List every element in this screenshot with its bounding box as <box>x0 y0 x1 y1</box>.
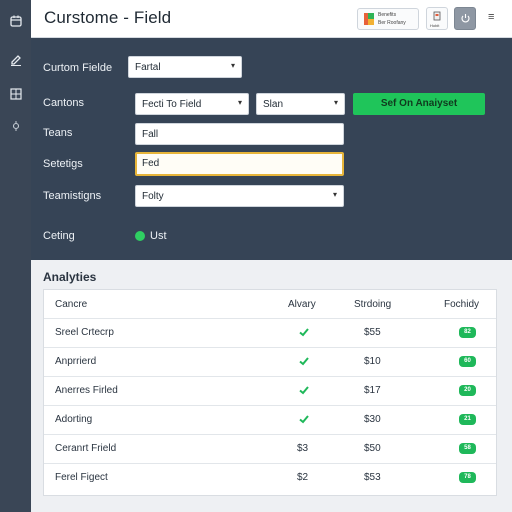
account-badge[interactable]: Benefits Ber Roofany <box>357 8 419 30</box>
row-fochidy-badge: 20 <box>459 385 476 396</box>
custom-fields-label: Curtom Fielde <box>43 62 113 74</box>
analytics-title: Analyties <box>43 270 97 284</box>
sidebar <box>0 0 31 512</box>
chevron-down-icon: ▾ <box>332 190 337 199</box>
row-fochidy-badge: 78 <box>459 472 476 483</box>
table-row[interactable]: Anprrierd $10 60 <box>44 347 496 376</box>
badge-line-2: Ber Roofany <box>378 20 406 26</box>
check-icon <box>299 357 309 366</box>
chevron-down-icon: ▾ <box>230 61 235 70</box>
setetigs-value: Fed <box>142 158 160 169</box>
row-name: Sreel Crtecrp <box>55 327 114 338</box>
teamstigns-value: Folty <box>142 191 164 202</box>
form-panel: Curtom Fielde Fartal ▾ Cantons Fecti To … <box>31 38 512 260</box>
setetigs-input[interactable]: Fed <box>135 152 344 176</box>
custom-fields-select[interactable]: Fartal ▾ <box>128 56 242 78</box>
column-header: Alvary <box>288 299 316 310</box>
row-strdoing: $55 <box>364 327 381 338</box>
calendar-icon[interactable] <box>9 14 23 28</box>
app-header: Curstome - Field Benefits Ber Roofany Ho… <box>31 0 512 38</box>
power-button[interactable] <box>454 7 476 30</box>
teamstigns-label: Teamistigns <box>43 190 102 202</box>
row-fochidy-badge: 82 <box>459 327 476 338</box>
custom-fields-value: Fartal <box>135 62 161 73</box>
teamstigns-select[interactable]: Folty ▾ <box>135 185 344 207</box>
row-strdoing: $17 <box>364 385 381 396</box>
secondary-select-value: Slan <box>263 99 284 110</box>
row-name: Ceranrt Frield <box>55 443 117 454</box>
badge-line-1: Benefits <box>378 12 397 18</box>
table-row[interactable]: Sreel Crtecrp $55 82 <box>44 318 496 347</box>
ceting-status-text: Ust <box>150 230 167 242</box>
table-row[interactable]: Adorting $30 21 <box>44 405 496 434</box>
cantions-select[interactable]: Fecti To Field ▾ <box>135 93 249 115</box>
menu-icon[interactable]: ≡ <box>488 11 494 23</box>
edit-icon[interactable] <box>9 53 23 67</box>
document-button[interactable]: Hobit <box>426 7 448 30</box>
row-fochidy-badge: 58 <box>459 443 476 454</box>
teans-label: Teans <box>43 127 73 139</box>
column-header: Fochidy <box>444 299 480 310</box>
analytics-table: Cancre Alvary Strdoing Fochidy Sreel Crt… <box>43 289 497 496</box>
row-strdoing: $10 <box>364 356 381 367</box>
check-icon <box>299 386 309 395</box>
cantions-label: Cantons <box>43 97 84 109</box>
row-name: Adorting <box>55 414 93 425</box>
row-name: Anprrierd <box>55 356 97 367</box>
column-header: Cancre <box>55 299 88 310</box>
row-strdoing: $53 <box>364 472 381 483</box>
row-strdoing: $30 <box>364 414 381 425</box>
document-button-label: Hobit <box>430 23 440 28</box>
check-icon <box>299 415 309 424</box>
document-icon <box>433 11 441 21</box>
status-indicator <box>135 231 145 241</box>
ceting-label: Ceting <box>43 230 75 242</box>
row-name: Ferel Figect <box>55 472 108 483</box>
check-icon <box>299 328 309 337</box>
apply-analytics-button[interactable]: Sef On Anaiyset <box>353 93 485 115</box>
teans-value: Fall <box>142 129 159 140</box>
chevron-down-icon: ▾ <box>333 98 338 107</box>
app-title: Curstome - Field <box>44 8 172 27</box>
power-icon <box>461 14 470 23</box>
teans-input[interactable]: Fall <box>135 123 344 145</box>
secondary-select[interactable]: Slan ▾ <box>256 93 345 115</box>
grid-icon[interactable] <box>9 87 23 101</box>
table-row[interactable]: Ferel Figect $2 $53 78 <box>44 463 496 492</box>
row-fochidy-badge: 60 <box>459 356 476 367</box>
row-alvary: $2 <box>297 472 309 483</box>
settings-icon[interactable] <box>9 119 23 133</box>
table-row[interactable]: Ceranrt Frield $3 $50 58 <box>44 434 496 463</box>
table-row[interactable]: Anerres Firled $17 20 <box>44 376 496 405</box>
row-fochidy-badge: 21 <box>459 414 476 425</box>
cantions-value: Fecti To Field <box>142 99 202 110</box>
setetigs-label: Setetigs <box>43 158 83 170</box>
row-strdoing: $50 <box>364 443 381 454</box>
flag-icon <box>364 13 374 25</box>
chevron-down-icon: ▾ <box>237 98 242 107</box>
column-header: Strdoing <box>354 299 392 310</box>
row-name: Anerres Firled <box>55 385 118 396</box>
row-alvary: $3 <box>297 443 309 454</box>
